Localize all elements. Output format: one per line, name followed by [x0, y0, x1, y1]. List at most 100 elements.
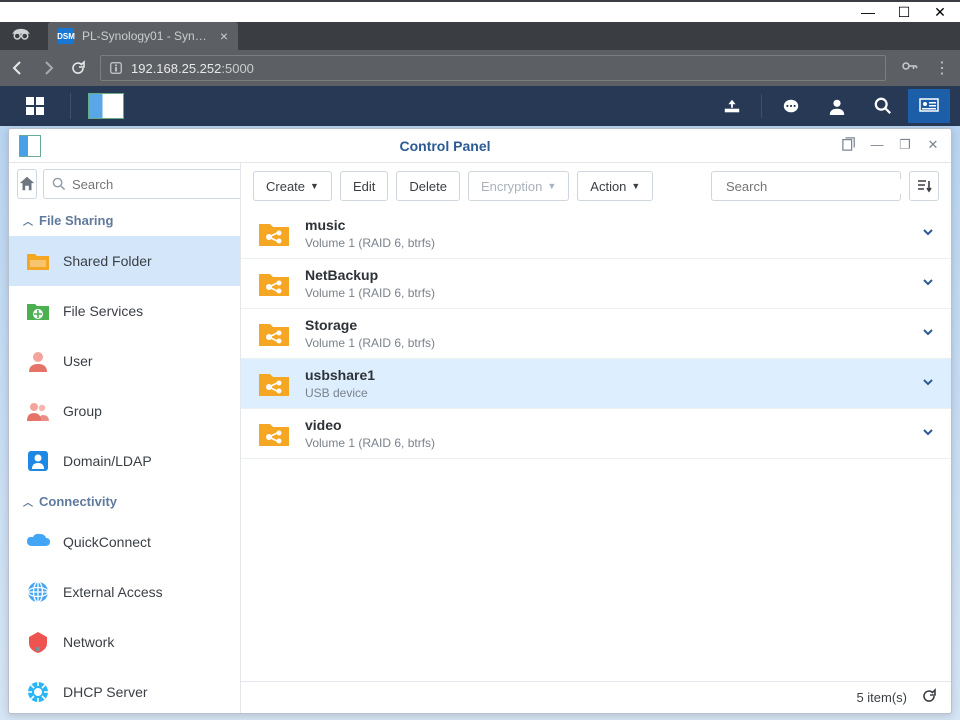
sidebar-item-external-access[interactable]: External Access: [9, 567, 240, 617]
key-icon[interactable]: [900, 57, 918, 80]
sidebar-search[interactable]: [43, 169, 241, 199]
sidebar-item-user[interactable]: User: [9, 336, 240, 386]
window-title: Control Panel: [49, 138, 841, 154]
chevron-down-icon[interactable]: [921, 275, 935, 292]
toolbar-search-input[interactable]: [726, 179, 902, 194]
sidebar-item-network[interactable]: Network: [9, 617, 240, 667]
dhcp-server-icon: [25, 679, 51, 705]
action-button[interactable]: Action▼: [577, 171, 653, 201]
create-button[interactable]: Create▼: [253, 171, 332, 201]
folder-name: video: [305, 417, 907, 433]
sidebar-item-label: Domain/LDAP: [63, 453, 152, 469]
window-close-icon[interactable]: ✕: [934, 6, 946, 18]
folder-row[interactable]: usbshare1USB device: [241, 359, 951, 409]
notifications-button[interactable]: [770, 89, 812, 123]
folder-subtitle: USB device: [305, 386, 907, 400]
window-titlebar[interactable]: Control Panel — ❐ ✕: [9, 129, 951, 163]
share-folder-icon: [257, 369, 291, 399]
edit-button[interactable]: Edit: [340, 171, 388, 201]
chevron-down-icon[interactable]: [921, 375, 935, 392]
incognito-icon: [12, 26, 30, 43]
toolbar-search[interactable]: [711, 171, 901, 201]
domain-ldap-icon: [25, 448, 51, 474]
sidebar-item-file-services[interactable]: File Services: [9, 286, 240, 336]
caret-down-icon: ▼: [310, 181, 319, 191]
folder-subtitle: Volume 1 (RAID 6, btrfs): [305, 286, 907, 300]
window-minimize-icon[interactable]: —: [862, 6, 874, 18]
delete-button[interactable]: Delete: [396, 171, 460, 201]
sidebar-item-domain-ldap[interactable]: Domain/LDAP: [9, 436, 240, 486]
network-icon: [25, 629, 51, 655]
refresh-button[interactable]: [921, 688, 937, 707]
section-header-connectivity[interactable]: ︿ Connectivity: [9, 486, 240, 517]
info-icon: [109, 61, 123, 75]
sidebar-item-label: Shared Folder: [63, 253, 152, 269]
caret-down-icon: ▼: [547, 181, 556, 191]
nav-forward-button[interactable]: [40, 60, 56, 76]
browser-tab[interactable]: DSM PL-Synology01 - Synolog ×: [48, 22, 238, 50]
home-icon: [18, 175, 36, 193]
browser-titlebar: — ☐ ✕ DSM PL-Synology01 - Synolog ×: [0, 0, 960, 50]
sidebar-search-input[interactable]: [72, 177, 241, 192]
section-label: File Sharing: [39, 213, 113, 228]
window-close-button[interactable]: ✕: [925, 137, 941, 154]
address-text: 192.168.25.252:5000: [131, 61, 254, 76]
folder-subtitle: Volume 1 (RAID 6, btrfs): [305, 336, 907, 350]
window-controls: — ☐ ✕: [0, 2, 960, 22]
browser-menu-button[interactable]: ⋮: [934, 58, 950, 78]
main-toolbar: Create▼ Edit Delete Encryption▼ Action▼: [241, 163, 951, 209]
address-bar[interactable]: 192.168.25.252:5000: [100, 55, 886, 81]
nav-back-button[interactable]: [10, 60, 26, 76]
sidebar-item-label: File Services: [63, 303, 143, 319]
folder-subtitle: Volume 1 (RAID 6, btrfs): [305, 436, 907, 450]
control-panel-window: Control Panel — ❐ ✕: [8, 128, 952, 714]
chevron-down-icon[interactable]: [921, 225, 935, 242]
folder-row[interactable]: video Volume 1 (RAID 6, btrfs): [241, 409, 951, 459]
sort-settings-button[interactable]: [909, 171, 939, 201]
user-button[interactable]: [816, 89, 858, 123]
external-access-icon: [25, 579, 51, 605]
tab-title: PL-Synology01 - Synolog: [82, 29, 212, 43]
sidebar-item-shared-folder[interactable]: Shared Folder: [9, 236, 240, 286]
sidebar-item-dhcp-server[interactable]: DHCP Server: [9, 667, 240, 713]
encryption-button[interactable]: Encryption▼: [468, 171, 569, 201]
share-folder-icon: [257, 419, 291, 449]
sidebar-item-label: QuickConnect: [63, 534, 151, 550]
share-folder-icon: [257, 319, 291, 349]
folder-row[interactable]: NetBackupVolume 1 (RAID 6, btrfs): [241, 259, 951, 309]
status-bar: 5 item(s): [241, 681, 951, 713]
home-button[interactable]: [17, 169, 37, 199]
main-menu-button[interactable]: [10, 89, 60, 123]
file-services-icon: [25, 298, 51, 324]
section-label: Connectivity: [39, 494, 117, 509]
window-maximize-button[interactable]: ❐: [897, 137, 913, 154]
sidebar-item-label: DHCP Server: [63, 684, 148, 700]
search-button[interactable]: [862, 89, 904, 123]
browser-toolbar: 192.168.25.252:5000 ⋮: [0, 50, 960, 86]
chevron-up-icon: ︿: [23, 213, 33, 228]
chevron-down-icon[interactable]: [921, 325, 935, 342]
folder-row[interactable]: musicVolume 1 (RAID 6, btrfs): [241, 209, 951, 259]
sidebar-item-label: User: [63, 353, 93, 369]
widgets-button[interactable]: [908, 89, 950, 123]
chevron-down-icon[interactable]: [921, 425, 935, 442]
window-maximize-icon[interactable]: ☐: [898, 6, 910, 18]
dsm-topbar: [0, 86, 960, 126]
window-minimize-button[interactable]: —: [869, 137, 885, 154]
upload-button[interactable]: [711, 89, 753, 123]
folder-row[interactable]: StorageVolume 1 (RAID 6, btrfs): [241, 309, 951, 359]
section-header-file-sharing[interactable]: ︿ File Sharing: [9, 205, 240, 236]
user-icon: [25, 348, 51, 374]
nav-reload-button[interactable]: [70, 60, 86, 76]
sidebar-item-label: Group: [63, 403, 102, 419]
window-app-icon: [19, 135, 41, 157]
sidebar: ︿ File Sharing Shared Folder File Servic…: [9, 163, 241, 713]
sidebar-item-quickconnect[interactable]: QuickConnect: [9, 517, 240, 567]
folder-subtitle: Volume 1 (RAID 6, btrfs): [305, 236, 907, 250]
sidebar-item-label: Network: [63, 634, 114, 650]
quickconnect-icon: [25, 529, 51, 555]
sidebar-item-group[interactable]: Group: [9, 386, 240, 436]
tab-close-icon[interactable]: ×: [220, 28, 228, 44]
taskbar-control-panel[interactable]: [81, 89, 131, 123]
window-help-icon[interactable]: [841, 137, 857, 154]
